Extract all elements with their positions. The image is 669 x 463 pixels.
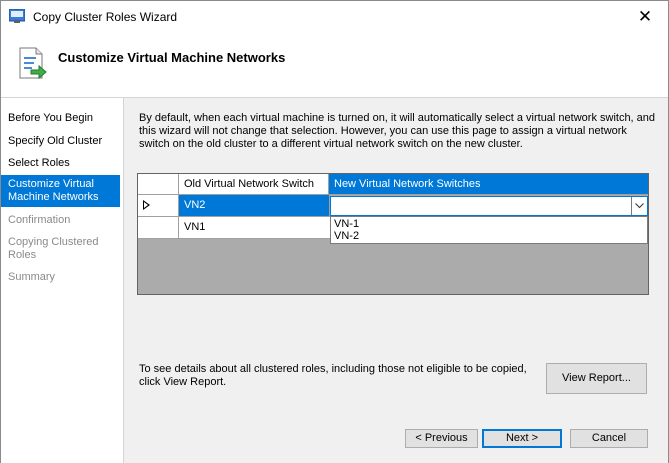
- wizard-content: By default, when each virtual machine is…: [123, 98, 668, 463]
- wizard-steps-nav: Before You Begin Specify Old Cluster Sel…: [1, 98, 123, 463]
- table-cell-old-switch[interactable]: VN2: [179, 195, 330, 217]
- nav-item-summary: Summary: [8, 271, 56, 283]
- combobox-dropdown-button[interactable]: [631, 197, 647, 215]
- close-icon: ✕: [637, 6, 653, 26]
- nav-item-before-you-begin[interactable]: Before You Begin: [1, 112, 120, 125]
- view-report-note: To see details about all clustered roles…: [139, 363, 527, 388]
- column-header-new-switches[interactable]: New Virtual Network Switches: [329, 174, 648, 195]
- cluster-app-icon: [9, 9, 25, 23]
- window-title: Copy Cluster Roles Wizard: [33, 10, 178, 24]
- nav-item-confirmation: Confirmation: [8, 214, 71, 226]
- document-wizard-icon: [19, 47, 47, 80]
- nav-item-copying-roles: Copying Clustered Roles: [8, 236, 99, 261]
- new-switch-combobox[interactable]: [330, 196, 648, 216]
- page-title: Customize Virtual Machine Networks: [58, 50, 286, 65]
- view-report-button[interactable]: View Report...: [546, 363, 647, 394]
- current-row-arrow-icon: [143, 200, 150, 210]
- grid-corner-header: [138, 174, 179, 195]
- page-description: By default, when each virtual machine is…: [139, 112, 656, 150]
- nav-item-customize-networks[interactable]: Customize Virtual Machine Networks: [1, 175, 120, 207]
- wizard-header: Customize Virtual Machine Networks: [1, 32, 668, 97]
- close-button[interactable]: ✕: [622, 1, 668, 32]
- nav-item-specify-old-cluster[interactable]: Specify Old Cluster: [1, 135, 120, 148]
- switch-dropdown-list: VN-1 VN-2: [330, 216, 648, 244]
- previous-button[interactable]: < Previous: [405, 429, 478, 448]
- network-mapping-grid: Old Virtual Network Switch New Virtual N…: [137, 173, 649, 295]
- title-bar: Copy Cluster Roles Wizard ✕: [1, 1, 668, 32]
- table-cell-old-switch[interactable]: VN1: [179, 217, 330, 239]
- row-header[interactable]: [138, 217, 179, 239]
- column-header-old-switch[interactable]: Old Virtual Network Switch: [179, 174, 329, 195]
- next-button[interactable]: Next >: [482, 429, 562, 448]
- chevron-down-icon: [635, 203, 644, 209]
- wizard-window: Copy Cluster Roles Wizard ✕ Customize Vi…: [0, 0, 669, 463]
- dropdown-option-vn-1[interactable]: VN-1: [333, 218, 359, 230]
- nav-item-select-roles[interactable]: Select Roles: [1, 157, 120, 170]
- cancel-button[interactable]: Cancel: [570, 429, 648, 448]
- dropdown-option-vn-2[interactable]: VN-2: [333, 230, 359, 242]
- row-header-selected[interactable]: [138, 195, 179, 217]
